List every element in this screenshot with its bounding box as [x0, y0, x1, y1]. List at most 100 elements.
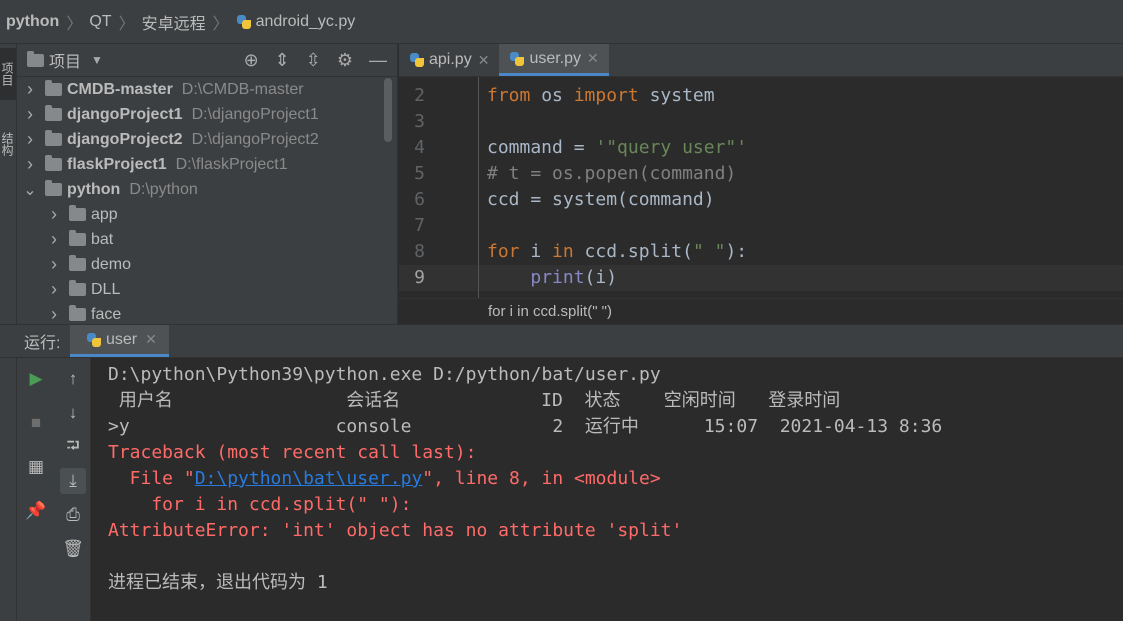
tree-item[interactable]: › app: [17, 202, 397, 227]
gear-icon[interactable]: ⚙: [337, 50, 353, 71]
chevron-down-icon[interactable]: ▼: [91, 53, 103, 67]
tree-item[interactable]: › djangoProject2 D:\djangoProject2: [17, 127, 397, 152]
chevron-right-icon[interactable]: ›: [23, 79, 37, 100]
collapse-all-icon[interactable]: ⇳: [306, 50, 321, 71]
stop-icon[interactable]: ■: [23, 410, 49, 436]
console-line: for i in ccd.split(" "):: [108, 494, 412, 515]
hide-icon[interactable]: —: [369, 50, 387, 71]
tree-item-name: flaskProject1: [67, 155, 167, 173]
trash-icon[interactable]: 🗑: [60, 536, 86, 562]
project-tree: › CMDB-master D:\CMDB-master › djangoProject…: [17, 77, 397, 324]
line-number: 6: [414, 189, 425, 210]
print-icon[interactable]: ⎙: [60, 502, 86, 528]
tree-item-name: python: [67, 180, 121, 198]
tree-item[interactable]: › djangoProject1 D:\djangoProject1: [17, 102, 397, 127]
chevron-right-icon[interactable]: ›: [47, 279, 61, 300]
python-file-icon: [236, 14, 252, 30]
tree-item-name: bat: [91, 230, 114, 248]
chevron-right-icon[interactable]: ›: [47, 304, 61, 324]
folder-icon: [45, 130, 62, 146]
tree-item[interactable]: ⌄ python D:\python: [17, 177, 397, 202]
console-line: File "D:\python\bat\user.py", line 8, in…: [108, 466, 661, 492]
folder-icon: [45, 105, 62, 121]
chevron-right-icon[interactable]: ›: [47, 229, 61, 250]
code-area[interactable]: 2 from os import system 3 4 command = '"quer…: [399, 77, 1123, 298]
tree-item-name: CMDB-master: [67, 80, 173, 98]
console-line: AttributeError: 'int' object has no attr…: [108, 520, 683, 541]
breadcrumb-item-project[interactable]: python: [6, 13, 59, 31]
tab-user-py[interactable]: user.py ✕: [499, 44, 609, 76]
arrow-up-icon[interactable]: ↑: [60, 366, 86, 392]
tab-api-py[interactable]: api.py ✕: [399, 44, 499, 76]
code-line[interactable]: 3: [399, 109, 1123, 135]
code-line[interactable]: 7: [399, 213, 1123, 239]
soft-wrap-icon[interactable]: ⮒: [60, 434, 86, 460]
editor: api.py ✕ user.py ✕ 2 from os import syste…: [399, 44, 1123, 324]
file-link[interactable]: D:\python\bat\user.py: [195, 468, 423, 489]
chevron-right-icon[interactable]: ›: [23, 104, 37, 125]
close-icon[interactable]: ✕: [478, 52, 490, 69]
line-number: 5: [414, 163, 425, 184]
tree-item-name: demo: [91, 255, 132, 273]
code-text: from os import system: [487, 85, 715, 106]
rerun-icon[interactable]: ▶: [23, 366, 49, 392]
code-line[interactable]: 8 for i in ccd.split(" "):: [399, 239, 1123, 265]
code-line[interactable]: 4 command = '"query user"': [399, 135, 1123, 161]
code-line[interactable]: 9 print(i): [399, 265, 1123, 291]
arrow-down-icon[interactable]: ↓: [60, 400, 86, 426]
tree-item[interactable]: › flaskProject1 D:\flaskProject1: [17, 152, 397, 177]
tree-item[interactable]: › face: [17, 302, 397, 324]
tree-item-name: face: [91, 305, 122, 323]
line-number: 3: [414, 111, 425, 132]
tree-item-path: D:\CMDB-master: [181, 80, 304, 98]
run-console[interactable]: D:\python\Python39\python.exe D:/python/…: [91, 358, 1123, 621]
breadcrumb-item-folder[interactable]: 安卓远程: [142, 10, 206, 34]
chevron-right-icon[interactable]: ›: [47, 254, 61, 275]
locate-icon[interactable]: ⊕: [244, 50, 259, 71]
run-left-strip: [0, 358, 17, 621]
chevron-right-icon[interactable]: ›: [23, 154, 37, 175]
pin-icon[interactable]: 📌: [23, 498, 49, 524]
expand-all-icon[interactable]: ⇕: [275, 50, 290, 71]
console-text: File ": [108, 468, 195, 489]
code-line[interactable]: 6 ccd = system(command): [399, 187, 1123, 213]
chevron-right-icon[interactable]: ›: [23, 129, 37, 150]
tab-label: api.py: [429, 51, 472, 68]
chevron-right-icon: 〉: [212, 15, 229, 33]
tree-item-name: djangoProject2: [67, 130, 183, 148]
layout-icon[interactable]: ▦: [23, 454, 49, 480]
tree-item[interactable]: › CMDB-master D:\CMDB-master: [17, 77, 397, 102]
folder-icon: [69, 255, 86, 271]
breadcrumb-item-file[interactable]: android_yc.py: [256, 13, 356, 31]
run-toolbar-secondary: ↑ ↓ ⮒ ⤓ ⎙ 🗑: [54, 358, 91, 621]
tree-item-path: D:\python: [129, 180, 198, 198]
breadcrumb: python 〉 QT 〉 安卓远程 〉 android_yc.py: [0, 0, 1123, 44]
scrollbar[interactable]: [384, 78, 392, 142]
code-line[interactable]: 5 # t = os.popen(command): [399, 161, 1123, 187]
code-text: command = '"query user"': [487, 137, 748, 158]
close-icon[interactable]: ✕: [587, 50, 599, 67]
chevron-down-icon[interactable]: ⌄: [23, 180, 37, 200]
tree-item-name: app: [91, 205, 118, 223]
line-number: 2: [414, 85, 425, 106]
tree-item[interactable]: › bat: [17, 227, 397, 252]
breadcrumb-item-qt[interactable]: QT: [89, 13, 111, 31]
project-panel: 项目 ▼ ⊕ ⇕ ⇳ ⚙ — › CMDB-master D:\CMDB-maste…: [17, 44, 398, 324]
project-tool-tab[interactable]: 项目: [0, 48, 16, 100]
structure-tool-tab[interactable]: 结构: [0, 118, 16, 170]
code-text: ccd = system(command): [487, 189, 715, 210]
project-panel-title[interactable]: 项目: [49, 48, 81, 72]
code-line[interactable]: 2 from os import system: [399, 83, 1123, 109]
folder-icon: [45, 80, 62, 96]
chevron-right-icon[interactable]: ›: [47, 204, 61, 225]
breadcrumb-hint: for i in ccd.split(" "): [399, 298, 1123, 324]
tree-item[interactable]: › demo: [17, 252, 397, 277]
python-file-icon: [86, 332, 102, 348]
run-tab-label: user: [106, 330, 138, 348]
folder-icon: [69, 280, 86, 296]
scroll-to-end-icon[interactable]: ⤓: [60, 468, 86, 494]
close-icon[interactable]: ✕: [145, 331, 157, 348]
tree-item[interactable]: › DLL: [17, 277, 397, 302]
run-tab-user[interactable]: user ✕: [70, 325, 169, 357]
tab-label: user.py: [529, 49, 582, 67]
